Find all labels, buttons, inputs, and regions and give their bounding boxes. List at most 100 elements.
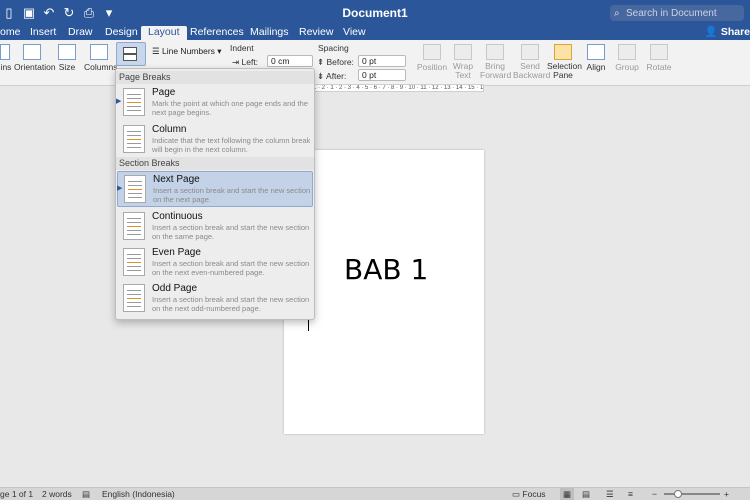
- bring-forward-button[interactable]: Bring Forward: [480, 40, 511, 86]
- share-button[interactable]: 👤 Share: [705, 26, 750, 39]
- spacing-after-field[interactable]: 0 pt: [358, 69, 406, 81]
- menu-item-description: Insert a section break and start the new…: [152, 259, 310, 277]
- group-button[interactable]: Group: [615, 40, 639, 86]
- send-backward-button[interactable]: Send Backward: [513, 40, 551, 86]
- text-cursor: [308, 319, 309, 331]
- search-icon: ⌕: [614, 7, 620, 19]
- size-label: Size: [58, 62, 76, 72]
- word-count[interactable]: 2 words: [42, 488, 72, 500]
- menu-item-title: Odd Page: [152, 283, 198, 294]
- even-page-icon: [123, 248, 145, 276]
- indent-left-label: ⇥ Left:: [232, 57, 258, 68]
- selection-pane-button[interactable]: Selection Pane: [547, 40, 582, 86]
- menu-item-odd-page[interactable]: Odd Page Insert a section break and star…: [117, 281, 313, 317]
- tab-home[interactable]: ome: [0, 26, 20, 40]
- orientation-button[interactable]: Orientation: [14, 40, 56, 86]
- position-icon: [423, 44, 441, 60]
- draft-view-icon[interactable]: ≡: [628, 488, 633, 500]
- align-icon: [587, 44, 605, 60]
- spacing-after-text: After:: [326, 71, 347, 81]
- sidebar-toggle-icon[interactable]: ▯: [0, 4, 18, 22]
- margins-button[interactable]: ins: [0, 40, 12, 86]
- zoom-slider-thumb[interactable]: [674, 490, 682, 498]
- menu-item-continuous[interactable]: Continuous Insert a section break and st…: [117, 209, 313, 245]
- zoom-in-button[interactable]: +: [724, 488, 729, 500]
- document-heading[interactable]: BAB 1: [344, 253, 428, 286]
- tab-mailings[interactable]: Mailings: [250, 26, 289, 40]
- search-box[interactable]: ⌕: [610, 5, 744, 21]
- title-bar: ▯ ▣ ↶ ↻ ⎙ ▾ Document1 ⌕: [0, 0, 750, 26]
- print-layout-view-icon[interactable]: ▦: [560, 488, 575, 500]
- menu-item-description: Insert a section break and start the new…: [153, 186, 311, 204]
- spacing-before-field[interactable]: 0 pt: [358, 55, 406, 67]
- spacing-before-label: ⇞ Before:: [317, 57, 354, 68]
- tab-draw[interactable]: Draw: [68, 26, 93, 40]
- customize-toolbar-icon[interactable]: ▾: [100, 4, 118, 22]
- breaks-button[interactable]: [116, 42, 146, 66]
- line-numbers-icon: ☰: [152, 46, 160, 56]
- menu-item-description: Insert a section break and start the new…: [152, 223, 310, 241]
- save-icon[interactable]: ▣: [20, 4, 38, 22]
- spacing-label: Spacing: [318, 43, 349, 53]
- focus-button[interactable]: ▭ Focus: [512, 488, 546, 500]
- menu-item-title: Even Page: [152, 247, 201, 258]
- ribbon-tabs: ome Insert Draw Design Layout References…: [0, 26, 750, 40]
- selection-pane-label: Selection Pane: [547, 61, 582, 80]
- columns-icon: [90, 44, 108, 60]
- indent-left-text: Left:: [241, 57, 259, 67]
- tab-design[interactable]: Design: [105, 26, 138, 40]
- send-backward-label: Send Backward: [513, 61, 551, 80]
- undo-icon[interactable]: ↶: [40, 4, 58, 22]
- horizontal-ruler[interactable]: 1 · 2 · 1 · 2 · 3 · 4 · 5 · 6 · 7 · 8 · …: [312, 84, 484, 92]
- tab-references[interactable]: References: [190, 26, 244, 40]
- menu-item-even-page[interactable]: Even Page Insert a section break and sta…: [117, 245, 313, 281]
- tab-review[interactable]: Review: [299, 26, 333, 40]
- status-bar: ge 1 of 1 2 words ▤ English (Indonesia) …: [0, 487, 750, 500]
- wrap-text-button[interactable]: Wrap Text: [452, 40, 474, 86]
- column-break-icon: [123, 125, 145, 153]
- language-indicator[interactable]: English (Indonesia): [102, 488, 175, 500]
- indent-left-icon: ⇥: [232, 57, 240, 67]
- position-button[interactable]: Position: [416, 40, 448, 86]
- search-input[interactable]: [626, 7, 741, 19]
- indent-label: Indent: [230, 43, 254, 53]
- wrap-text-icon: [454, 44, 472, 60]
- rotate-button[interactable]: Rotate: [646, 40, 672, 86]
- menu-item-page-break[interactable]: ▶ Page Mark the point at which one page …: [116, 85, 313, 121]
- add-person-icon: 👤: [704, 26, 718, 38]
- line-numbers-button[interactable]: ☰ Line Numbers ▾: [152, 46, 222, 57]
- zoom-out-button[interactable]: −: [652, 488, 657, 500]
- spacing-after-label: ⇟ After:: [317, 71, 346, 82]
- menu-item-next-page[interactable]: ▶ Next Page Insert a section break and s…: [117, 171, 313, 207]
- tab-insert[interactable]: Insert: [30, 26, 56, 40]
- line-numbers-label: Line Numbers: [162, 46, 215, 56]
- section-breaks-header: Section Breaks: [116, 157, 314, 170]
- size-button[interactable]: Size: [56, 40, 78, 86]
- margins-label: ins: [0, 62, 12, 72]
- proofing-icon[interactable]: ▤: [82, 488, 90, 500]
- menu-item-description: Indicate that the text following the col…: [152, 136, 311, 154]
- page-count[interactable]: ge 1 of 1: [0, 488, 33, 500]
- position-label: Position: [416, 62, 448, 72]
- margins-icon: [0, 44, 10, 60]
- menu-item-column-break[interactable]: Column Indicate that the text following …: [117, 122, 313, 158]
- zoom-slider[interactable]: [664, 493, 720, 495]
- tab-layout[interactable]: Layout: [141, 26, 187, 40]
- outline-view-icon[interactable]: ☰: [606, 488, 614, 500]
- page-breaks-header: Page Breaks: [116, 71, 314, 84]
- rotate-icon: [650, 44, 668, 60]
- web-layout-view-icon[interactable]: ▤: [582, 488, 590, 500]
- wrap-text-label: Wrap Text: [452, 61, 474, 80]
- focus-icon: ▭: [512, 489, 521, 499]
- columns-button[interactable]: Columns: [84, 40, 118, 86]
- share-label: Share: [720, 26, 750, 38]
- odd-page-icon: [123, 284, 145, 312]
- spacing-before-text: Before:: [326, 57, 354, 67]
- align-button[interactable]: Align: [585, 40, 607, 86]
- redo-icon[interactable]: ↻: [60, 4, 78, 22]
- indent-left-field[interactable]: 0 cm: [267, 55, 313, 67]
- tab-view[interactable]: View: [343, 26, 366, 40]
- ribbon: ins Orientation Size Columns ☰ Line Numb…: [0, 40, 750, 86]
- send-backward-icon: [521, 44, 539, 60]
- print-icon[interactable]: ⎙: [80, 4, 98, 22]
